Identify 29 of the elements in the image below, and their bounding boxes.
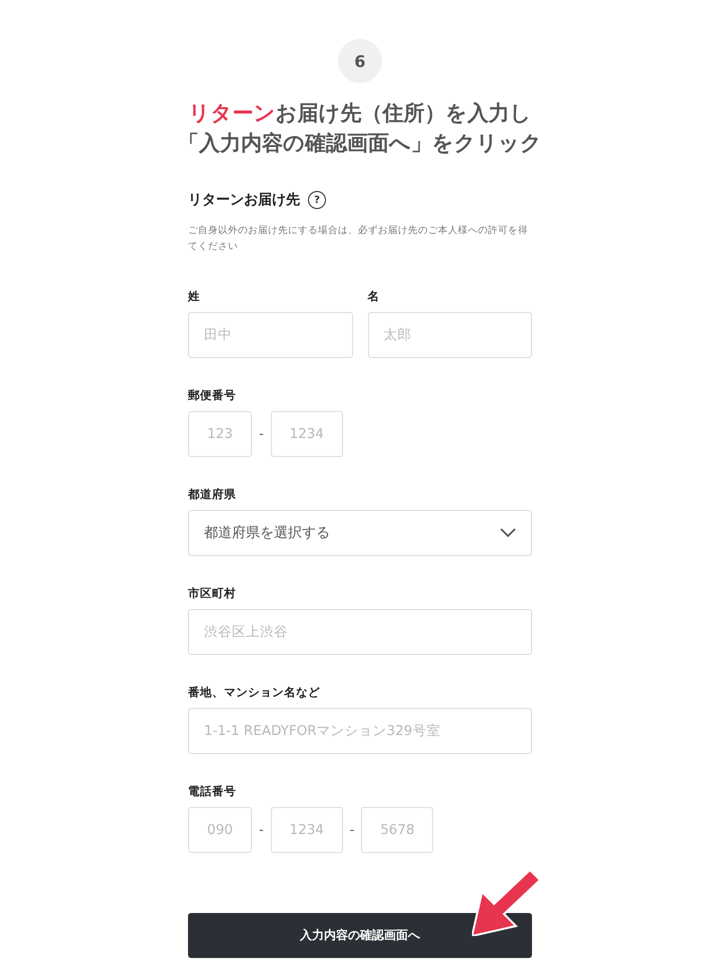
field-label: 郵便番号 bbox=[188, 388, 237, 402]
separator: - bbox=[259, 426, 264, 442]
field-label: 市区町村 bbox=[188, 586, 237, 600]
input-field[interactable]: 渋谷区上渋谷 bbox=[188, 609, 532, 655]
field-label: 番地、マンション名など bbox=[188, 685, 321, 699]
separator: - bbox=[350, 822, 354, 838]
chevron-down-icon bbox=[500, 528, 516, 538]
input-field[interactable]: 123 bbox=[188, 411, 252, 457]
input-field[interactable]: 田中 bbox=[188, 312, 352, 358]
arrow-icon bbox=[472, 870, 540, 936]
confirm-button[interactable]: 入力内容の確認画面へ bbox=[188, 913, 532, 958]
separator: - bbox=[259, 822, 264, 838]
field-label: 電話番号 bbox=[188, 784, 237, 798]
instruction-title: 「入力内容の確認画面へ」をクリック bbox=[178, 130, 542, 157]
input-field[interactable]: 090 bbox=[188, 807, 252, 853]
help-icon[interactable]: ? bbox=[308, 191, 326, 209]
instruction-title: リターンお届け先（住所）を入力し bbox=[188, 100, 532, 127]
step-number: 6 bbox=[338, 39, 382, 83]
input-field[interactable]: 5678 bbox=[361, 807, 434, 853]
input-field[interactable]: 1234 bbox=[270, 411, 343, 457]
input-field[interactable]: 1-1-1 READYFORマンション329号室 bbox=[188, 708, 532, 754]
section-heading: リターンお届け先 bbox=[188, 191, 300, 209]
input-field[interactable]: 太郎 bbox=[368, 312, 532, 358]
input-field[interactable]: 1234 bbox=[270, 807, 343, 853]
field-label: 姓 bbox=[188, 289, 201, 303]
note-text: ご自身以外のお届け先にする場合は、必ずお届け先のご本人様への許可を得てください bbox=[188, 224, 529, 254]
field-label: 都道府県 bbox=[188, 487, 237, 501]
select-field[interactable]: 都道府県を選択する bbox=[188, 510, 532, 556]
field-label: 名 bbox=[368, 289, 380, 303]
